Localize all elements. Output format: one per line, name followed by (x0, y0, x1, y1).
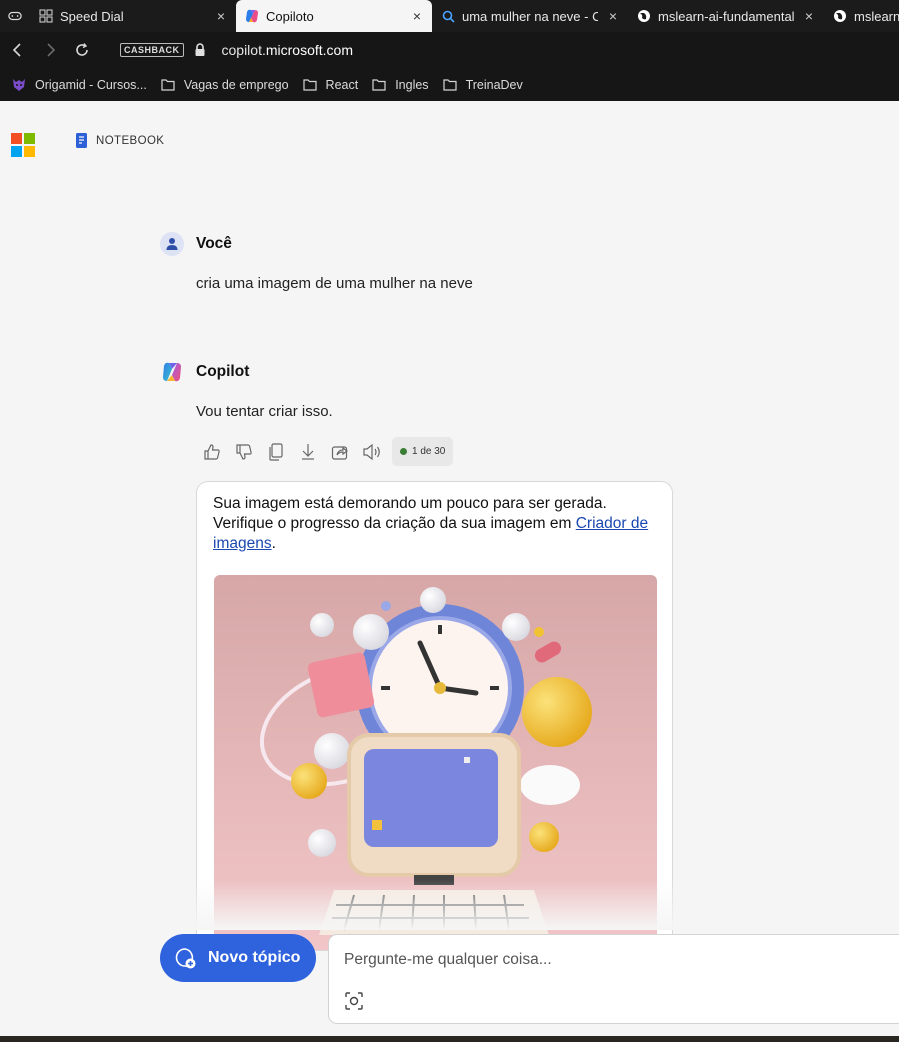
message-actions: 1 de 30 (196, 437, 454, 466)
tab-label: uma mulher na neve - Criad (462, 8, 598, 24)
counter-text: 1 de 30 (412, 446, 446, 457)
bookmark-vagas[interactable]: Vagas de emprego (161, 78, 289, 92)
reload-button[interactable] (66, 34, 98, 66)
close-icon[interactable]: × (802, 8, 816, 24)
copilot-name: Copilot (196, 363, 250, 380)
thumbs-up-icon (204, 443, 220, 460)
workspaces-button[interactable] (0, 0, 30, 32)
new-chat-icon (175, 948, 196, 969)
forward-button[interactable] (34, 34, 66, 66)
share-icon (331, 445, 348, 460)
arrow-right-icon (47, 43, 56, 57)
copilot-logo-icon (163, 362, 181, 382)
folder-icon (372, 78, 388, 92)
chat-composer (328, 934, 899, 1024)
bookmark-treinadev[interactable]: TreinaDev (442, 77, 523, 92)
url-prefix: copilot. (221, 42, 266, 58)
tab-label: mslearn-ai-fundamentals (658, 8, 794, 24)
bookmark-label: Ingles (395, 77, 429, 92)
gamepad-icon (8, 11, 22, 21)
grid-icon (38, 8, 54, 24)
taskbar-edge (0, 1036, 899, 1042)
url-domain: microsoft.com (265, 42, 353, 58)
tab-copiloto[interactable]: Copiloto × (236, 0, 432, 32)
bookmark-label: Origamid - Cursos... (35, 77, 147, 92)
bookmarks-bar: Origamid - Cursos... Vagas de emprego Re… (0, 68, 899, 101)
search-icon (440, 8, 456, 24)
tab-mslearn[interactable]: mslearn-ai-fundamentals × (628, 0, 824, 32)
like-button[interactable] (196, 438, 228, 466)
thumbs-down-icon (236, 443, 252, 460)
tab-bar: Speed Dial × Copiloto × uma mulher na ne… (0, 0, 899, 32)
new-topic-label: Novo tópico (208, 949, 301, 966)
status-dot-icon (400, 448, 407, 455)
back-button[interactable] (2, 34, 34, 66)
arrow-left-icon (12, 43, 21, 57)
card-message: Sua imagem está demorando um pouco para … (213, 494, 653, 554)
scroll-fade (0, 880, 899, 930)
browser-toolbar: CASHBACK copilot.microsoft.com (0, 32, 899, 68)
bookmark-label: Vagas de emprego (183, 77, 289, 92)
tab-label: Copiloto (266, 8, 314, 24)
address-bar[interactable]: copilot.microsoft.com (222, 42, 353, 58)
bookmark-ingles[interactable]: Ingles (372, 77, 429, 92)
read-aloud-button[interactable] (356, 438, 388, 466)
visual-search-icon[interactable] (345, 992, 363, 1010)
tab-mslearn-2[interactable]: mslearn- (824, 0, 899, 32)
microsoft-logo[interactable] (11, 133, 35, 157)
close-icon[interactable]: × (606, 8, 620, 24)
tab-label: Speed Dial (60, 8, 124, 24)
folder-icon (442, 78, 459, 92)
user-message-text: cria uma imagem de uma mulher na neve (196, 275, 473, 292)
notebook-label: NOTEBOOK (96, 134, 165, 147)
bookmark-origamid[interactable]: Origamid - Cursos... (12, 78, 147, 92)
copy-button[interactable] (260, 438, 292, 466)
close-icon[interactable]: × (214, 8, 228, 24)
download-icon (302, 443, 314, 460)
chat-input[interactable] (344, 948, 884, 972)
notebook-icon (76, 133, 87, 148)
origamid-icon (12, 78, 28, 92)
close-icon[interactable]: × (410, 8, 424, 24)
copilot-message-header: Copilot (160, 360, 249, 384)
card-text-before: Sua imagem está demorando um pouco para … (213, 495, 607, 532)
folder-icon (161, 78, 177, 92)
copy-icon (269, 442, 283, 461)
lock-icon[interactable] (194, 43, 208, 57)
cashback-badge[interactable]: CASHBACK (120, 43, 184, 57)
user-avatar-icon (160, 232, 184, 256)
folder-icon (302, 78, 319, 92)
bookmark-react[interactable]: React (302, 77, 359, 92)
download-button[interactable] (292, 438, 324, 466)
copilot-message-text: Vou tentar criar isso. (196, 403, 333, 420)
globe-icon (832, 8, 848, 24)
new-topic-button[interactable]: Novo tópico (160, 934, 316, 982)
user-message-header: Você (160, 232, 232, 256)
bookmark-label: TreinaDev (465, 77, 523, 92)
card-text-after: . (271, 535, 276, 552)
message-counter: 1 de 30 (392, 437, 454, 466)
tab-search[interactable]: uma mulher na neve - Criad × (432, 0, 628, 32)
bookmark-label: React (325, 77, 359, 92)
user-name: Você (196, 235, 232, 252)
tab-label: mslearn- (854, 8, 899, 24)
reload-icon (76, 43, 88, 56)
speaker-icon (363, 443, 380, 460)
share-button[interactable] (324, 438, 356, 466)
dislike-button[interactable] (228, 438, 260, 466)
tab-speed-dial[interactable]: Speed Dial × (30, 0, 236, 32)
notebook-button[interactable]: NOTEBOOK (75, 132, 164, 149)
globe-icon (636, 8, 652, 24)
copilot-icon (244, 8, 260, 24)
